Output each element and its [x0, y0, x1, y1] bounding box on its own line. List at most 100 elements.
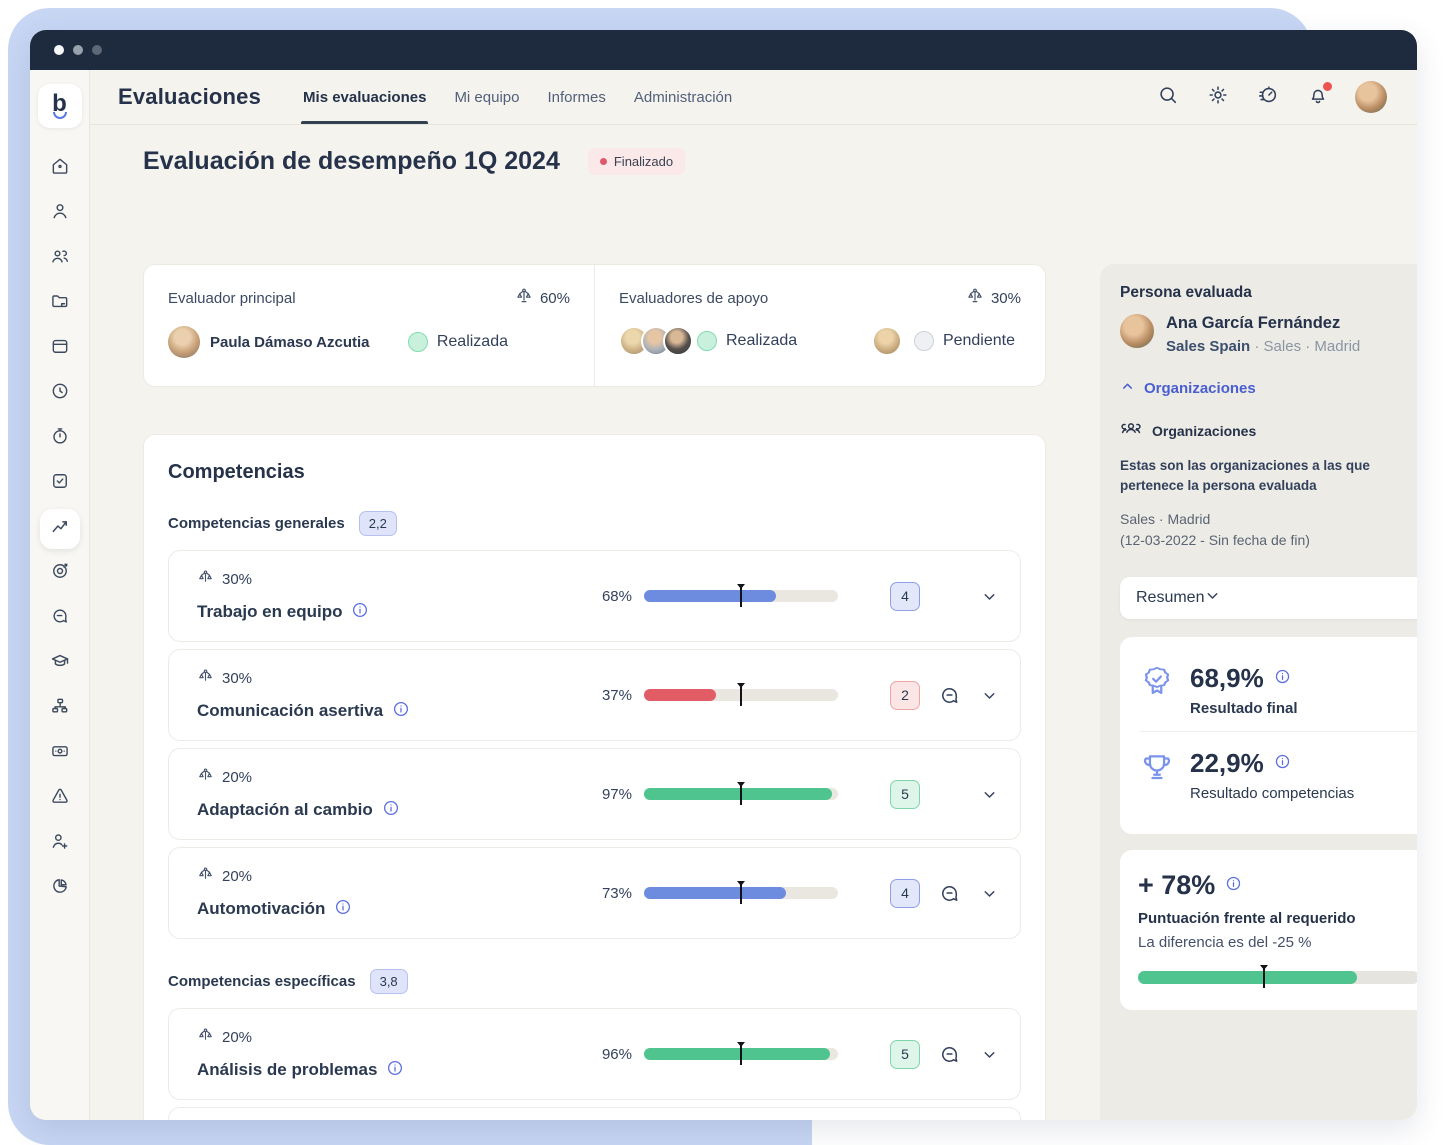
competency-row: 20% Adaptación al cambio 97% 5: [168, 748, 1021, 840]
expand-chevron[interactable]: [981, 786, 998, 803]
organization-entry: Sales · Madrid (12-03-2022 - Sin fecha d…: [1120, 509, 1417, 551]
time-tracking-button[interactable]: [1255, 84, 1281, 110]
sidebar-item-training[interactable]: [40, 644, 80, 684]
sidebar-item-payroll[interactable]: [40, 734, 80, 774]
tab-informes[interactable]: Informes: [533, 70, 619, 124]
group-score-badge: 2,2: [359, 511, 397, 536]
expand-chevron[interactable]: [981, 687, 998, 704]
sidebar-item-clock[interactable]: [40, 374, 80, 414]
tab-administracion[interactable]: Administración: [620, 70, 746, 124]
sidebar-item-people[interactable]: [40, 239, 80, 279]
competencias-result-value: 22,9%: [1190, 748, 1264, 779]
sidebar-item-profile[interactable]: [40, 194, 80, 234]
status-done-icon: [697, 331, 717, 351]
settings-button[interactable]: [1205, 84, 1231, 110]
comment-button[interactable]: [938, 882, 961, 905]
competency-weight: 30%: [222, 571, 252, 588]
sidebar-item-incidents[interactable]: [40, 779, 80, 819]
comment-button[interactable]: [938, 684, 961, 707]
clock-icon: [50, 381, 70, 406]
competency-progress-bar: [644, 788, 838, 800]
sidebar: b: [30, 70, 90, 1120]
competency-row: 30% Trabajo en equipo 68% 4: [168, 1107, 1021, 1120]
sidebar-item-documents[interactable]: [40, 284, 80, 324]
info-icon[interactable]: [334, 898, 352, 921]
expand-chevron[interactable]: [981, 588, 998, 605]
sidebar-item-time-control[interactable]: [40, 419, 80, 459]
search-icon: [1157, 84, 1179, 111]
target-icon: [50, 561, 70, 586]
sidebar-item-messages[interactable]: [40, 599, 80, 639]
sidebar-item-home[interactable]: [40, 149, 80, 189]
person-panel: Persona evaluada Ana García Fernández Sa…: [1100, 264, 1417, 1120]
weight-scale-icon: [197, 1027, 214, 1048]
organizaciones-collapse-link[interactable]: Organizaciones: [1120, 379, 1417, 398]
competency-row: 30% Trabajo en equipo 68% 4: [168, 550, 1021, 642]
competency-name: Análisis de problemas: [197, 1060, 377, 1080]
info-icon[interactable]: [392, 700, 410, 723]
app-logo[interactable]: b: [38, 84, 82, 128]
sidebar-item-org-chart[interactable]: [40, 689, 80, 729]
principal-status-label: Realizada: [437, 333, 508, 351]
user-avatar[interactable]: [1355, 81, 1387, 113]
notifications-button[interactable]: [1305, 84, 1331, 110]
info-icon[interactable]: [382, 799, 400, 822]
chevron-down-icon: [1204, 587, 1221, 609]
competency-percent: 37%: [590, 687, 632, 704]
tab-mis-evaluaciones[interactable]: Mis evaluaciones: [289, 70, 440, 124]
competencias-card: Competencias Competencias generales 2,2 …: [143, 434, 1046, 1120]
evaluators-card: Evaluador principal 60% Paula Dámaso Azc…: [143, 264, 1046, 387]
required-marker: [1263, 966, 1265, 988]
sidebar-item-evaluations[interactable]: [40, 509, 80, 549]
folder-icon: [50, 291, 70, 316]
expand-chevron[interactable]: [981, 1046, 998, 1063]
summary-select-value: Resumen: [1136, 589, 1204, 607]
final-result-label: Resultado final: [1190, 700, 1298, 717]
info-icon[interactable]: [1274, 753, 1291, 775]
required-marker: [740, 882, 742, 904]
competency-percent: 96%: [590, 1046, 632, 1063]
principal-weight: 60%: [515, 287, 570, 309]
window-close-dot[interactable]: [54, 45, 64, 55]
medal-icon: [1140, 663, 1176, 717]
sidebar-item-tasks[interactable]: [40, 464, 80, 504]
results-card: 68,9% Resultado final 22,9%: [1120, 637, 1417, 834]
competency-progress-bar: [644, 1048, 838, 1060]
sidebar-item-recruitment[interactable]: [40, 824, 80, 864]
principal-weight-value: 60%: [540, 290, 570, 307]
sidebar-item-objectives[interactable]: [40, 554, 80, 594]
info-icon[interactable]: [386, 1059, 404, 1082]
summary-select[interactable]: Resumen: [1120, 577, 1417, 619]
principal-evaluator-section: Evaluador principal 60% Paula Dámaso Azc…: [144, 265, 595, 386]
group-especificas-header: Competencias específicas 3,8: [168, 969, 1021, 994]
chevron-up-icon: [1120, 379, 1135, 398]
window-maximize-dot[interactable]: [92, 45, 102, 55]
principal-evaluator-name: Paula Dámaso Azcutia: [210, 334, 370, 351]
search-button[interactable]: [1155, 84, 1181, 110]
sidebar-item-reports[interactable]: [40, 869, 80, 909]
required-marker: [740, 1043, 742, 1065]
check-square-icon: [50, 471, 70, 496]
support-pending-avatar: [872, 326, 902, 356]
competency-weight: 20%: [222, 769, 252, 786]
support-avatar: [663, 326, 693, 356]
timer-icon: [1257, 84, 1279, 111]
status-dot-icon: [600, 158, 607, 165]
competency-progress-bar: [644, 887, 838, 899]
organization-users-icon: [1120, 418, 1142, 443]
info-icon[interactable]: [351, 601, 369, 624]
notification-badge: [1323, 82, 1332, 91]
score-chip: 5: [890, 780, 920, 809]
competency-weight: 20%: [222, 868, 252, 885]
support-evaluators-section: Evaluadores de apoyo 30%: [595, 265, 1045, 386]
info-icon[interactable]: [1225, 875, 1242, 897]
sidebar-item-calendar[interactable]: [40, 329, 80, 369]
expand-chevron[interactable]: [981, 885, 998, 902]
score-vs-required-label: Puntuación frente al requerido: [1138, 910, 1417, 927]
window-minimize-dot[interactable]: [73, 45, 83, 55]
info-icon[interactable]: [1274, 668, 1291, 690]
comment-button[interactable]: [938, 1043, 961, 1066]
pie-chart-icon: [50, 876, 70, 901]
score-chip: 4: [890, 879, 920, 908]
tab-mi-equipo[interactable]: Mi equipo: [440, 70, 533, 124]
